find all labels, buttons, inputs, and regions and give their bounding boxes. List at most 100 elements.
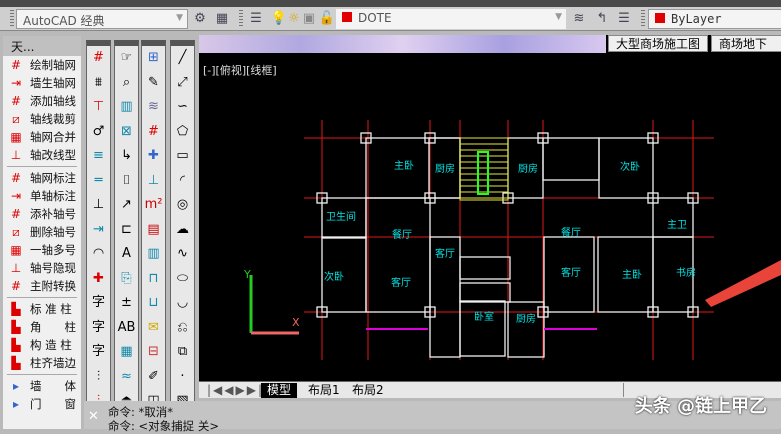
ucs-icon: YX [243, 268, 300, 335]
toolbar-column-2: ☞⌕▥⊠↳⌷↗⊏A⎘±AB▦≈⏏ [114, 40, 139, 408]
toolbar-grip[interactable] [239, 10, 243, 28]
palette-item-label: 单轴标注 [30, 189, 76, 203]
palette-title[interactable]: 天... [3, 36, 81, 56]
room-label: 厨房 [435, 162, 455, 175]
room-wall [652, 197, 694, 238]
floor-plan: 主卧 厨房 厨房 次卧卫生间餐厅客厅餐厅主卫次卧客厅客厅 主卧 书房卧室 厨房 YX [243, 120, 781, 360]
palette-item-label: 绘制轴网 [30, 58, 76, 72]
blurred-tab-strip [199, 35, 606, 53]
palette-item-label: 添加轴线 [30, 94, 76, 108]
palette-item-icon: # [10, 94, 22, 108]
room-label: 餐厅 [392, 228, 412, 241]
layer-state-icon[interactable]: ☰ [615, 10, 633, 28]
draw-toolbar: ╱⤢∽⬠▭◜◎☁∿⬭◡⎌⧉·▧ [170, 40, 195, 408]
palette-item-label: 门 窗 [30, 397, 76, 411]
palette-item-label: 一轴多号 [30, 243, 76, 257]
workspace-select[interactable]: AutoCAD 经典 ▼ [16, 9, 188, 29]
room-label: 卧室 [474, 310, 494, 323]
palette-item-icon: ⊥ [10, 148, 22, 162]
palette-item[interactable]: # 绘制轴网 [3, 56, 81, 74]
room-label: 主卧 [394, 159, 414, 172]
palette-item-icon: # [10, 279, 22, 293]
separator [7, 166, 77, 167]
toolbar-grip[interactable] [10, 10, 14, 28]
unlock-icon[interactable]: 🔓 [318, 10, 336, 28]
color-select[interactable]: ByLayer [648, 9, 781, 29]
palette-item[interactable]: # 轴网标注 [3, 169, 81, 187]
palette-item-icon: ⊥ [10, 261, 22, 275]
palette-item[interactable]: ▙ 构 造 柱 [3, 336, 81, 354]
svg-text:X: X [292, 316, 300, 329]
title-strip [0, 0, 781, 7]
palette-item[interactable]: ⇥ 墙生轴网 [3, 74, 81, 92]
workspace-icon[interactable]: ▦ [213, 10, 231, 28]
toolbar-column-3: ⊞✎≋#✚⊥m²▤▥⊓⊔✉⊟✐◫ [141, 40, 166, 408]
palette-item[interactable]: ⇥ 单轴标注 [3, 187, 81, 205]
file-tab[interactable]: 商场地下停 [711, 35, 781, 67]
palette-item-label: 删除轴号 [30, 225, 76, 239]
room-label: 次卧 [324, 270, 344, 283]
workspace-value: AutoCAD 经典 [23, 14, 105, 28]
room-label: 厨房 [518, 162, 538, 175]
palette-item[interactable]: ▦ 轴网合并 [3, 128, 81, 146]
separator [7, 374, 77, 375]
palette-item[interactable]: ▙ 角 柱 [3, 318, 81, 336]
watermark: 头条 @链上甲乙 [634, 396, 767, 417]
tab-model[interactable]: 模型 [261, 383, 298, 398]
palette-item-icon: # [10, 58, 22, 72]
viewport-controls[interactable]: [-][俯视][线框] [203, 62, 277, 78]
room-label: 主卫 [667, 219, 687, 231]
layer-select[interactable]: DOTE ▼ [336, 9, 566, 29]
make-current-layer-icon[interactable]: ≋ [570, 10, 588, 28]
palette-item[interactable]: # 添补轴号 [3, 205, 81, 223]
drawing-canvas[interactable]: 主卧 厨房 厨房 次卧 卫生间 餐厅 客厅 餐厅 主卫 次卧 客厅 客厅 主卧 书房 卧室 厨房 YX [199, 35, 781, 381]
palette-item-label: 添补轴号 [30, 207, 76, 221]
layer-properties-icon[interactable]: ☰ [247, 10, 265, 28]
layer-previous-icon[interactable]: ↰ [593, 10, 611, 28]
palette-item-icon: ⇥ [10, 189, 22, 203]
palette-item[interactable]: # 添加轴线 [3, 92, 81, 110]
palette-item[interactable]: ⧄ 删除轴号 [3, 223, 81, 241]
room-wall [459, 282, 511, 303]
tab-layout2[interactable]: 布局2 [346, 383, 390, 398]
room-label: 次卧 [620, 160, 640, 173]
room-wall [459, 300, 506, 357]
command-history-line: 命令: <对象捕捉 关> [108, 419, 219, 433]
room-label: 餐厅 [561, 226, 581, 239]
palette-item-icon: ⇥ [10, 76, 22, 90]
palette-item-label: 轴线裁剪 [30, 112, 76, 126]
room-wall [365, 197, 431, 313]
palette-item[interactable]: ▸ 门 窗 [3, 395, 81, 413]
chevron-down-icon: ▼ [176, 13, 183, 23]
layer-color-swatch [342, 12, 352, 22]
palette-item[interactable]: ⊥ 轴改线型 [3, 146, 81, 164]
color-swatch [655, 13, 665, 23]
palette-item[interactable]: ▙ 柱齐墙边 [3, 354, 81, 372]
palette-item[interactable]: ▦ 一轴多号 [3, 241, 81, 259]
layer-value: DOTE [358, 11, 392, 25]
close-icon[interactable]: ✕ [88, 409, 99, 424]
palette-item-icon: # [10, 207, 22, 221]
palette-item-icon: ▦ [10, 130, 22, 144]
toolbar-column-1: #⩩⊤♂≡═⊥⇥◠✚字字字⫶⫶ [86, 40, 111, 408]
palette-item[interactable]: ⊥ 轴号隐现 [3, 259, 81, 277]
room-label: 主卧 [622, 268, 642, 281]
palette-item[interactable]: ▸ 墙 体 [3, 377, 81, 395]
room-wall [459, 256, 511, 280]
palette-item-icon: ▙ [11, 338, 21, 352]
file-tab[interactable]: 大型商场施工图 [608, 35, 709, 52]
palette-item-label: 轴改线型 [30, 148, 76, 162]
palette-item[interactable]: ▙ 标 准 柱 [3, 300, 81, 318]
freeze-viewport-icon[interactable]: ▣ [300, 10, 318, 28]
tab-nav-arrows[interactable]: |◀◀▶▶| [201, 383, 270, 398]
palette-item[interactable]: # 主附转换 [3, 277, 81, 295]
stair [459, 137, 509, 201]
room-label: 客厅 [391, 276, 411, 289]
palette-item-label: 主附转换 [30, 279, 76, 293]
toolbar-grip[interactable] [641, 10, 645, 28]
palette-item-icon: ▸ [12, 379, 20, 393]
palette-item[interactable]: ⧄ 轴线裁剪 [3, 110, 81, 128]
gear-icon[interactable]: ⚙ [191, 10, 209, 28]
palette-item-icon: # [10, 171, 22, 185]
tab-layout1[interactable]: 布局1 [302, 383, 346, 398]
